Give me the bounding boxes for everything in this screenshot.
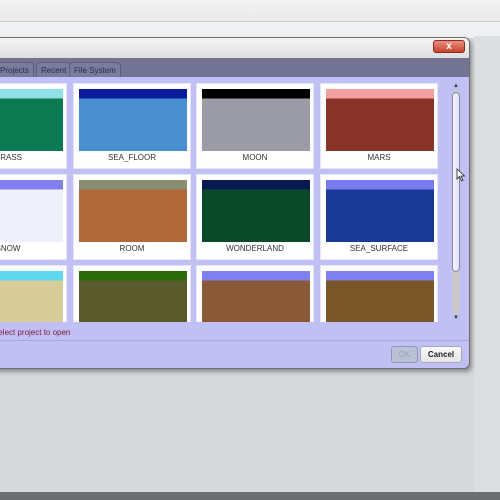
dialog-titlebar[interactable]: x <box>0 38 469 58</box>
browser-top-bar <box>0 0 500 22</box>
scroll-thumb[interactable] <box>452 92 460 272</box>
template-thumbnail <box>326 89 434 151</box>
mouse-cursor-icon <box>456 168 466 182</box>
close-icon: x <box>446 41 452 52</box>
scroll-up-arrow-icon[interactable]: ▲ <box>451 82 461 90</box>
scroll-down-arrow-icon[interactable]: ▼ <box>451 314 461 322</box>
template-card[interactable]: WONDERLAND <box>196 174 314 260</box>
template-label: MOON <box>242 153 268 162</box>
template-thumbnail <box>79 271 187 322</box>
vertical-scrollbar[interactable]: ▲ ▼ <box>451 82 461 322</box>
template-thumbnail <box>202 271 310 322</box>
template-label: SNOW <box>0 244 21 253</box>
template-label: SEA_FLOOR <box>107 153 156 162</box>
template-card[interactable] <box>0 265 67 322</box>
template-thumbnail <box>326 271 434 322</box>
template-card[interactable]: MOON <box>196 83 314 169</box>
status-message: Select project to open <box>0 328 71 337</box>
template-card[interactable]: SNOW <box>0 174 67 260</box>
template-card[interactable] <box>196 265 314 322</box>
divider <box>0 340 469 341</box>
template-label: GRASS <box>0 153 22 162</box>
close-button[interactable]: x <box>433 40 465 53</box>
template-card[interactable]: SEA_SURFACE <box>320 174 438 260</box>
template-thumbnail <box>326 180 434 242</box>
template-card[interactable]: MARS <box>320 83 438 169</box>
taskbar <box>0 492 500 500</box>
template-thumbnail <box>0 180 63 242</box>
template-thumbnail <box>0 89 63 151</box>
template-label: SEA_SURFACE <box>349 244 409 253</box>
tab-strip: Projects Recent File System <box>0 58 469 77</box>
template-thumbnail <box>202 180 310 242</box>
template-label: WONDERLAND <box>226 244 284 253</box>
cancel-button[interactable]: Cancel <box>420 346 462 363</box>
template-thumbnail <box>79 180 187 242</box>
background-panel <box>474 36 500 492</box>
template-card[interactable] <box>73 265 191 322</box>
template-card[interactable]: SEA_FLOOR <box>73 83 191 169</box>
template-thumbnail <box>202 89 310 151</box>
open-project-dialog: x Projects Recent File System GRASS SEA_F… <box>0 37 470 369</box>
template-grid: GRASS SEA_FLOOR MOON MARS SNOW ROOM WONDERLAND… <box>0 77 446 322</box>
template-label: ROOM <box>119 244 145 253</box>
template-thumbnail <box>0 271 63 322</box>
browser-toolbar <box>0 22 500 38</box>
template-card[interactable] <box>320 265 438 322</box>
tab-recent[interactable]: Recent <box>36 62 72 77</box>
template-card[interactable]: GRASS <box>0 83 67 169</box>
tab-projects[interactable]: Projects <box>0 62 34 77</box>
template-thumbnail <box>79 89 187 151</box>
template-card[interactable]: ROOM <box>73 174 191 260</box>
tab-file-system[interactable]: File System <box>69 62 121 77</box>
template-label: MARS <box>367 153 391 162</box>
ok-button[interactable]: OK <box>391 346 418 363</box>
